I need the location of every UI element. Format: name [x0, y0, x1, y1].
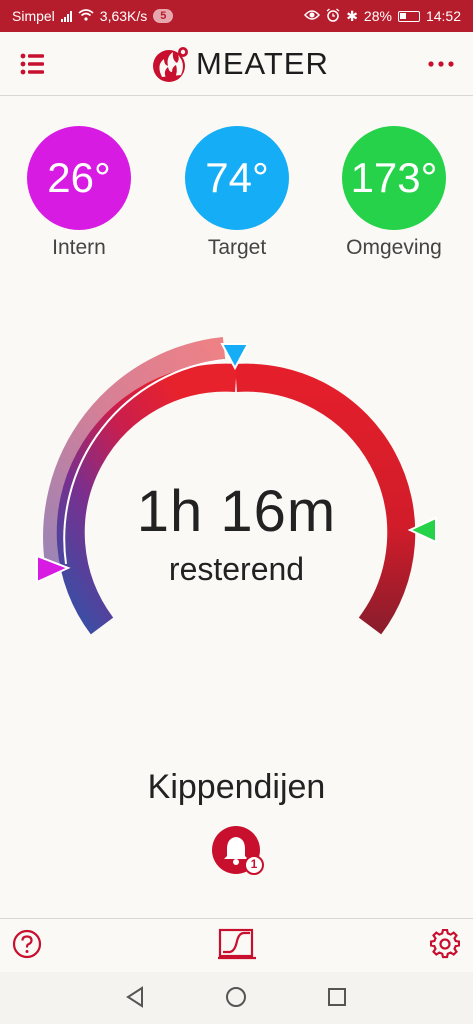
battery-icon	[397, 10, 420, 22]
status-bar: Simpel 3,63K/s 5 ✱ 28% 14:52	[0, 0, 473, 32]
target-temp-label: Target	[207, 236, 267, 259]
help-button[interactable]	[12, 929, 42, 964]
ambient-temp-label: Omgeving	[346, 236, 442, 259]
help-icon	[12, 929, 42, 959]
more-options-button[interactable]	[427, 54, 455, 74]
more-icon	[428, 61, 454, 67]
alarm-count: 1	[250, 857, 258, 871]
settings-button[interactable]	[429, 928, 461, 964]
internal-temp-label: Intern	[52, 236, 106, 259]
clock: 14:52	[425, 8, 461, 24]
recents-icon	[328, 988, 346, 1006]
menu-button[interactable]	[18, 50, 48, 78]
graph-icon	[218, 928, 256, 960]
ambient-temp[interactable]: 173° Omgeving	[342, 126, 446, 260]
bottom-bar	[0, 918, 473, 973]
menu-icon	[20, 53, 44, 75]
cook-name[interactable]: Kippendijen	[0, 768, 473, 807]
eye-icon	[304, 8, 321, 24]
internal-temp-circle: 26°	[27, 126, 131, 230]
wifi-icon	[78, 8, 94, 24]
time-remaining: 1h 16m	[136, 479, 337, 544]
home-button[interactable]	[225, 986, 247, 1013]
time-remaining-label: resterend	[168, 551, 305, 587]
battery-percent: 28%	[363, 8, 392, 24]
gear-icon	[429, 928, 461, 959]
notification-badge: 5	[153, 9, 174, 23]
graph-button[interactable]	[217, 927, 257, 966]
target-temp[interactable]: 74° Target	[185, 126, 289, 260]
network-speed: 3,63K/s	[99, 8, 148, 24]
home-icon	[226, 987, 246, 1007]
signal-icon	[60, 10, 72, 22]
flame-logo-icon	[153, 47, 188, 82]
back-button[interactable]	[124, 986, 146, 1013]
ambient-temp-circle: 173°	[342, 126, 446, 230]
bluetooth-icon: ✱	[346, 7, 358, 24]
internal-temp[interactable]: 26° Intern	[27, 126, 131, 260]
app-logo: MEATER	[150, 44, 329, 84]
target-temp-circle: 74°	[185, 126, 289, 230]
app-bar: MEATER	[0, 32, 473, 96]
alarm-clock-icon	[326, 7, 340, 25]
alarm-button[interactable]: 1	[211, 826, 267, 876]
recents-button[interactable]	[326, 986, 348, 1013]
app-title: MEATER	[196, 46, 329, 81]
system-nav-bar	[0, 972, 473, 1024]
back-icon	[126, 986, 143, 1008]
carrier-name: Simpel	[12, 8, 55, 24]
